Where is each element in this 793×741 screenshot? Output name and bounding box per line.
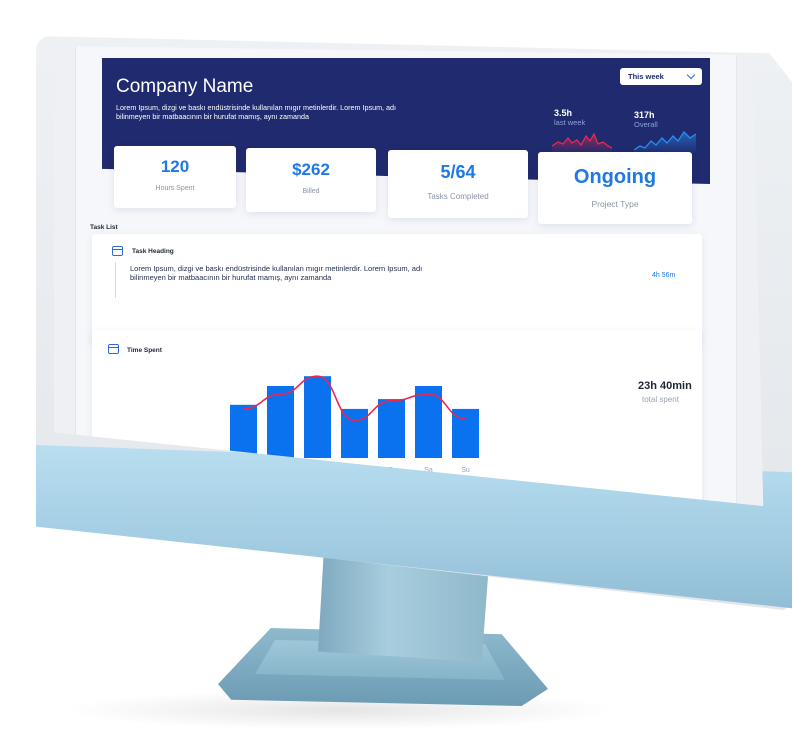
card-tasks-label: Tasks Completed [427, 192, 489, 201]
chevron-down-icon [686, 70, 696, 80]
card-tasks-value: 5/64 [440, 162, 476, 182]
task-description: Lorem Ipsum, dizgi ve baskı endüstrisind… [130, 264, 423, 282]
total-spent-label: total spent [642, 395, 679, 404]
task-item[interactable]: Task Heading Lorem Ipsum, dizgi ve baskı… [92, 234, 702, 342]
task-heading: Task Heading [132, 248, 174, 255]
card-tasks-completed: 5/64 Tasks Completed [388, 150, 528, 218]
card-project-type: Ongoing Project Type [538, 152, 692, 224]
period-select[interactable]: This week [620, 68, 702, 85]
calendar-icon [108, 344, 119, 354]
stat-last-week-value: 3.5h [554, 108, 573, 118]
card-hours-label: Hours Spent [155, 185, 195, 192]
total-spent-value: 23h 40min [638, 380, 692, 392]
card-hours-spent: 120 Hours Spent [114, 146, 236, 208]
bar-tu [267, 386, 294, 458]
stat-overall-value: 317h [634, 110, 655, 120]
card-billed: $262 Billed [246, 148, 376, 212]
period-select-value: This week [628, 72, 664, 81]
company-description: Lorem Ipsum, dizgi ve baskı endüstrisind… [116, 103, 397, 121]
card-project-value: Ongoing [573, 166, 657, 188]
card-billed-value: $262 [292, 160, 330, 179]
bar-we [304, 376, 331, 458]
stat-last-week-label: last week [554, 118, 586, 127]
bar-mo [230, 404, 257, 458]
card-project-label: Project Type [591, 199, 639, 209]
card-billed-label: Billed [302, 188, 320, 195]
calendar-icon [112, 246, 123, 256]
stat-last-week: 3.5h last week [554, 108, 585, 127]
task-list-title: Task List [90, 224, 118, 231]
card-hours-value: 120 [160, 157, 190, 176]
x-tick-label: Su [461, 467, 470, 474]
bar-fr [378, 399, 405, 458]
task-duration: 4h 56m [652, 272, 676, 279]
sparkline-last-week [551, 132, 612, 154]
monitor-screen: Company Name Lorem Ipsum, dizgi ve baskı… [54, 46, 764, 506]
company-name: Company Name [116, 76, 254, 97]
stat-overall: 317h Overall [634, 110, 658, 129]
sparkline-overall [634, 130, 697, 154]
task-divider [115, 262, 116, 298]
time-spent-title: Time Spent [127, 347, 162, 354]
